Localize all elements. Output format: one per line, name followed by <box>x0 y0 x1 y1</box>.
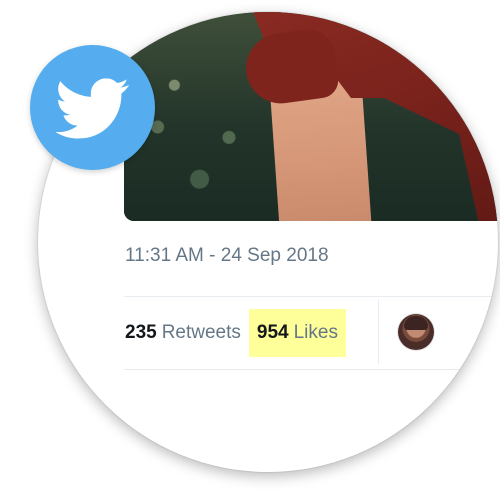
retweets-label: Retweets <box>161 322 241 343</box>
likes-count: 954 <box>256 322 289 343</box>
tweet-timestamp[interactable]: 11:31 AM - 24 Sep 2018 <box>125 245 329 267</box>
retweets-stat[interactable]: 235 Retweets <box>125 309 241 357</box>
likes-stat[interactable]: 954 Likes <box>248 309 346 357</box>
tweet-photo[interactable] <box>124 12 498 221</box>
twitter-bird-icon <box>55 77 129 139</box>
tweet-stats: 235 Retweets 954 Likes <box>125 309 346 357</box>
stats-divider-top <box>124 296 498 297</box>
retweets-count: 235 <box>125 322 157 343</box>
likes-label: Likes <box>293 322 338 343</box>
stage: 11:31 AM - 24 Sep 2018 235 Retweets 954 … <box>0 0 500 500</box>
twitter-badge <box>30 45 155 170</box>
stats-separator <box>378 300 379 364</box>
stats-divider-bottom <box>124 369 498 370</box>
liker-avatar[interactable] <box>398 314 434 350</box>
